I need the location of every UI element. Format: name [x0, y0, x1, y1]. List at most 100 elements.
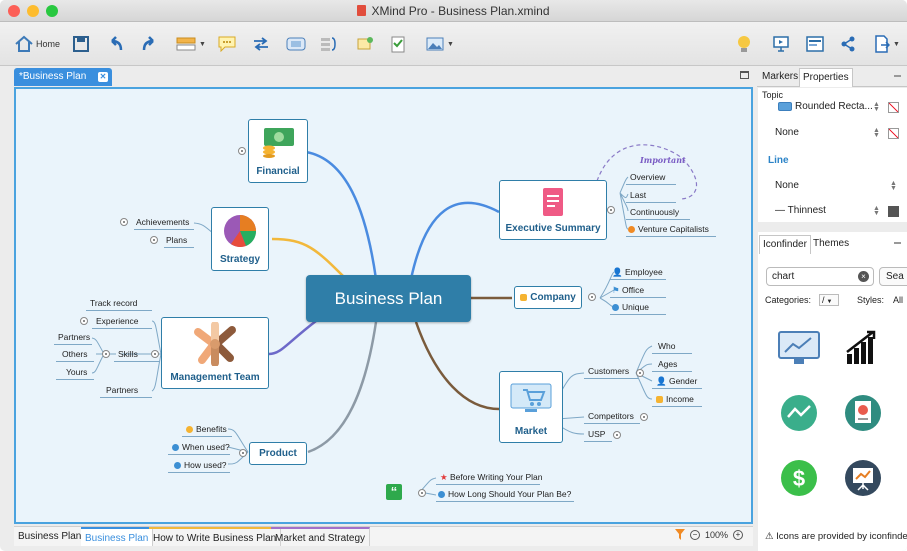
task-button[interactable] — [390, 34, 406, 54]
experience-collapse-toggle[interactable] — [80, 317, 88, 325]
brainstorm-button[interactable] — [737, 34, 751, 54]
report-circle-icon[interactable] — [838, 387, 888, 439]
subtopic-plans[interactable]: Plans — [166, 234, 187, 246]
zoom-out-button[interactable]: − — [689, 529, 700, 540]
subtopic-benefits[interactable]: Benefits — [186, 423, 227, 435]
undo-button[interactable] — [108, 34, 124, 54]
sheet-tab-business-plan-2[interactable]: Business Plan — [81, 527, 154, 546]
achievements-collapse-toggle[interactable] — [120, 218, 128, 226]
fill-stepper-icon[interactable]: ▲ ▼ — [873, 127, 880, 139]
subtopic-experience[interactable]: Experience — [96, 315, 139, 327]
executive-collapse-toggle[interactable] — [607, 206, 615, 214]
fill-select[interactable]: None — [775, 127, 799, 138]
subtopic-office[interactable]: ⚑ Office — [612, 284, 644, 296]
marker-button[interactable] — [356, 34, 374, 54]
subtopic-income[interactable]: Income — [656, 393, 694, 405]
minimize-panel-icon[interactable] — [894, 75, 901, 77]
pulse-circle-icon[interactable] — [774, 387, 824, 439]
tab-properties[interactable]: Properties — [799, 68, 853, 87]
subtopic-who[interactable]: Who — [658, 340, 675, 352]
presentation-button[interactable] — [772, 34, 790, 54]
presentation-board-icon[interactable] — [838, 452, 888, 504]
subtopic-venture-capitalists[interactable]: Venture Capitalists — [628, 223, 709, 235]
relationship-button[interactable] — [252, 34, 270, 54]
styles-value[interactable]: All — [893, 295, 903, 305]
growth-bars-icon[interactable] — [838, 322, 888, 374]
topic-financial[interactable]: Financial — [248, 119, 308, 183]
management-collapse-toggle[interactable] — [151, 350, 159, 358]
subtopic-gender[interactable]: 👤 Gender — [656, 375, 697, 387]
mindmap-canvas[interactable]: Business Plan Financial Strategy Achieve… — [14, 87, 753, 524]
image-button[interactable]: ▼ — [426, 34, 454, 54]
line-width-select[interactable]: — Thinnest — [775, 205, 826, 216]
customers-collapse-toggle[interactable] — [636, 369, 644, 377]
filter-icon[interactable] — [674, 529, 685, 540]
usp-collapse-toggle[interactable] — [613, 431, 621, 439]
floating-collapse-toggle[interactable] — [418, 489, 426, 497]
topic-dropdown-caret[interactable]: ▼ — [199, 41, 206, 48]
topic-company[interactable]: Company — [514, 286, 582, 309]
sheet-tab-market-strategy[interactable]: Market and Strategy — [271, 527, 371, 546]
line-color-swatch[interactable] — [888, 206, 899, 217]
minimize-iconfinder-icon[interactable] — [894, 242, 901, 244]
image-dropdown-caret[interactable]: ▼ — [447, 41, 454, 48]
export-button[interactable]: ▼ — [874, 34, 900, 54]
tab-themes[interactable]: Themes — [810, 235, 852, 254]
subtopic-when-used[interactable]: When used? — [172, 441, 230, 453]
subtopic-how-used[interactable]: How used? — [174, 459, 227, 471]
share-button[interactable] — [840, 34, 856, 54]
subtopic-track-record[interactable]: Track record — [90, 297, 137, 309]
zoom-in-button[interactable]: + — [733, 529, 743, 540]
redo-button[interactable] — [141, 34, 157, 54]
callout-button[interactable] — [218, 34, 236, 54]
icon-search-input[interactable]: chart × — [766, 267, 874, 286]
shape-select[interactable]: Rounded Recta... — [795, 101, 873, 112]
insert-topic-button[interactable]: ▼ — [176, 34, 206, 54]
subtopic-yours[interactable]: Yours — [66, 366, 87, 378]
quote-icon[interactable]: “ — [386, 484, 402, 500]
dollar-circle-icon[interactable]: $ — [774, 452, 824, 504]
subtopic-competitors[interactable]: Competitors — [588, 410, 634, 422]
export-dropdown-caret[interactable]: ▼ — [893, 41, 900, 48]
save-button[interactable] — [73, 34, 89, 54]
search-button[interactable]: Sea — [879, 267, 907, 286]
boundary-button[interactable] — [286, 34, 306, 54]
subtopic-continuously[interactable]: Continuously — [630, 206, 679, 218]
subtopic-partners-skill[interactable]: Partners — [58, 331, 90, 343]
subtopic-others[interactable]: Others — [62, 348, 88, 360]
central-topic[interactable]: Business Plan — [306, 275, 471, 322]
shape-stepper-icon[interactable]: ▲ ▼ — [873, 101, 880, 113]
company-collapse-toggle[interactable] — [588, 293, 596, 301]
financial-collapse-toggle[interactable] — [238, 147, 246, 155]
subtopic-last[interactable]: Last — [630, 189, 646, 201]
subtopic-customers[interactable]: Customers — [588, 365, 629, 377]
tab-iconfinder[interactable]: Iconfinder — [759, 235, 811, 254]
line-color-stepper-icon[interactable]: ▲ ▼ — [890, 180, 897, 192]
summary-button[interactable] — [320, 34, 338, 54]
tab-markers[interactable]: Markers — [759, 68, 801, 87]
subtopic-partners[interactable]: Partners — [106, 384, 138, 396]
subtopic-overview[interactable]: Overview — [630, 171, 665, 183]
subtopic-before-writing[interactable]: ★ Before Writing Your Plan — [440, 471, 542, 483]
line-width-stepper-icon[interactable]: ▲ ▼ — [873, 205, 880, 217]
product-collapse-toggle[interactable] — [239, 449, 247, 457]
plans-collapse-toggle[interactable] — [150, 236, 158, 244]
subtopic-how-long[interactable]: How Long Should Your Plan Be? — [438, 488, 571, 500]
subtopic-employee[interactable]: 👤 Employee — [612, 266, 663, 278]
subtopic-unique[interactable]: Unique — [612, 301, 649, 313]
subtopic-skills[interactable]: Skills — [118, 348, 138, 360]
fill-color-swatch[interactable] — [888, 102, 899, 113]
topic-executive-summary[interactable]: Executive Summary — [499, 180, 607, 240]
close-tab-icon[interactable]: ✕ — [98, 72, 108, 82]
topic-strategy[interactable]: Strategy — [211, 207, 269, 271]
skills-collapse-toggle[interactable] — [102, 350, 110, 358]
subtopic-ages[interactable]: Ages — [658, 358, 677, 370]
important-callout[interactable]: Important — [640, 154, 686, 166]
topic-market[interactable]: Market — [499, 371, 563, 443]
topic-management-team[interactable]: Management Team — [161, 317, 269, 389]
outliner-button[interactable] — [806, 34, 824, 54]
home-button[interactable]: Home — [14, 34, 60, 54]
line-color-select[interactable]: None — [775, 180, 799, 191]
subtopic-usp[interactable]: USP — [588, 428, 605, 440]
competitors-collapse-toggle[interactable] — [640, 413, 648, 421]
